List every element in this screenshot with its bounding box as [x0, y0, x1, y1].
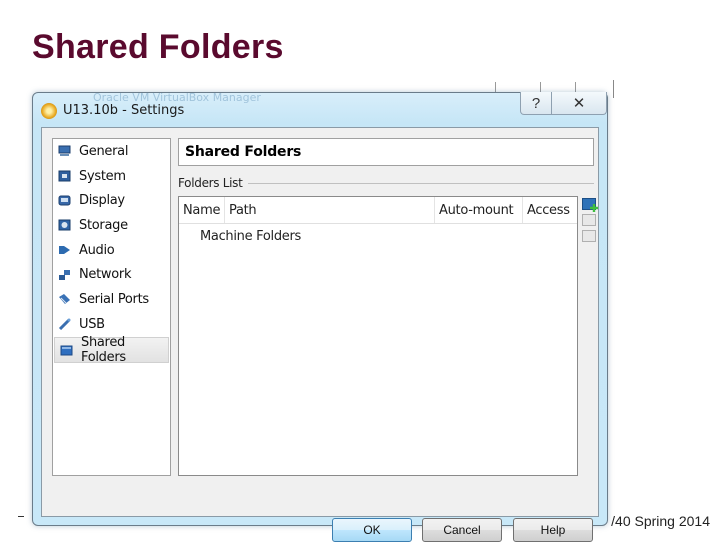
display-icon: [58, 195, 71, 206]
group-divider: [248, 183, 594, 184]
close-button[interactable]: ✕: [552, 92, 606, 114]
title-bar[interactable]: Oracle VM VirtualBox Manager U13.10b - S…: [33, 91, 607, 125]
nav-item-label: Display: [79, 193, 125, 209]
nav-item-shared-folders[interactable]: Shared Folders: [54, 334, 169, 365]
nav-item-label: General: [79, 143, 129, 159]
serial-port-icon: [59, 294, 70, 305]
dialog-client-area: General System Display Storage Audio Net…: [41, 127, 599, 542]
nav-item-storage[interactable]: Storage: [53, 213, 170, 238]
disk-icon: [58, 219, 71, 231]
add-shared-folder-icon[interactable]: [582, 198, 596, 210]
window-title: U13.10b - Settings: [63, 103, 185, 118]
nav-item-label: Network: [79, 267, 132, 283]
nav-item-label: Shared Folders: [81, 334, 126, 365]
column-header-path[interactable]: Path: [225, 197, 435, 223]
column-header-auto-mount[interactable]: Auto-mount: [435, 197, 523, 223]
help-caption-button[interactable]: ?: [521, 92, 552, 114]
help-button[interactable]: Help: [513, 518, 593, 542]
network-icon: [59, 269, 70, 280]
cancel-button[interactable]: Cancel: [422, 518, 502, 542]
nav-item-label: Serial Ports: [79, 291, 149, 307]
row-name: Machine Folders: [200, 228, 301, 244]
virtualbox-settings-icon: [41, 103, 57, 119]
folders-list-label: Folders List: [178, 176, 243, 190]
folder-tools: [582, 198, 598, 246]
nav-item-serial-ports[interactable]: Serial Ports: [53, 287, 170, 312]
nav-item-label: USB: [79, 316, 105, 332]
slide-title: Shared Folders: [32, 28, 284, 66]
nav-item-usb[interactable]: USB: [53, 312, 170, 337]
folder-icon: [60, 345, 73, 356]
table-header: Name Path Auto-mount Access: [179, 197, 577, 224]
nav-item-system[interactable]: System: [53, 164, 170, 189]
settings-nav-list: General System Display Storage Audio Net…: [52, 138, 171, 476]
column-header-access[interactable]: Access: [523, 197, 577, 223]
nav-item-display[interactable]: Display: [53, 188, 170, 213]
footer-divider: [18, 516, 24, 517]
chip-icon: [58, 170, 71, 182]
nav-item-label: Storage: [79, 217, 128, 233]
speaker-icon: [59, 246, 70, 255]
nav-item-network[interactable]: Network: [53, 262, 170, 287]
usb-icon: [58, 318, 71, 331]
nav-item-label: System: [79, 168, 126, 184]
edit-shared-folder-icon[interactable]: [582, 214, 596, 226]
nav-item-audio[interactable]: Audio: [53, 238, 170, 263]
slide-footer: /40 Spring 2014: [611, 513, 710, 529]
column-header-name[interactable]: Name: [179, 197, 225, 223]
table-row[interactable]: Machine Folders: [179, 224, 577, 248]
caption-buttons: ? ✕: [520, 92, 607, 115]
ok-button[interactable]: OK: [332, 518, 412, 542]
folders-table[interactable]: Name Path Auto-mount Access Machine Fold…: [178, 196, 578, 476]
monitor-icon: [58, 145, 71, 157]
remove-shared-folder-icon[interactable]: [582, 230, 596, 242]
nav-item-label: Audio: [79, 242, 115, 258]
nav-item-general[interactable]: General: [53, 139, 170, 164]
page-header: Shared Folders: [178, 138, 594, 166]
settings-dialog: Oracle VM VirtualBox Manager U13.10b - S…: [32, 91, 608, 542]
